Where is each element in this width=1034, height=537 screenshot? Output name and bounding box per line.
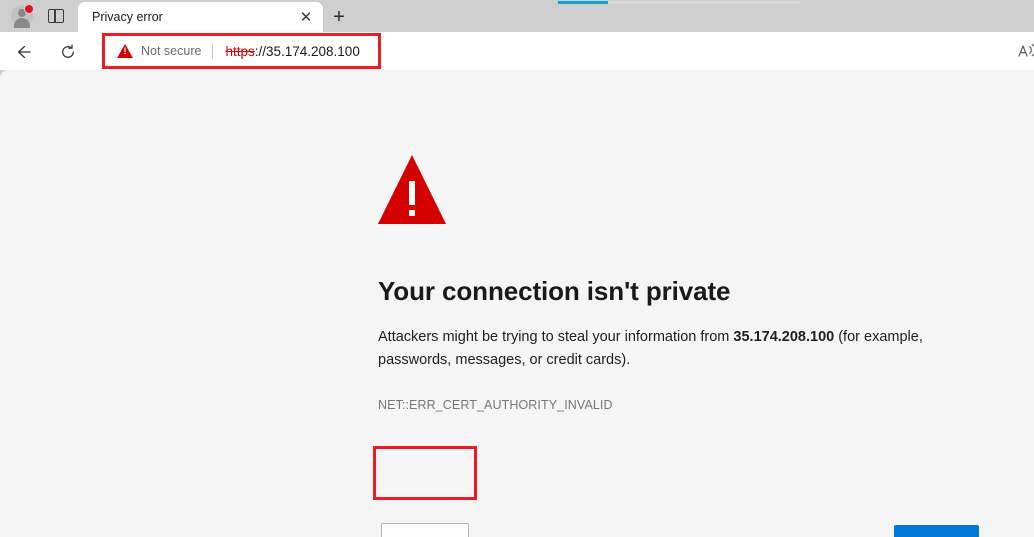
url-host: ://35.174.208.100 <box>254 43 360 59</box>
profile-avatar-icon <box>11 4 34 28</box>
site-security-indicator[interactable]: Not secure <box>117 44 201 58</box>
back-button[interactable] <box>10 38 38 66</box>
address-bar: Not secure https://35.174.208.100 <box>0 32 1034 70</box>
url-text: https://35.174.208.100 <box>225 44 359 59</box>
error-code: NET::ERR_CERT_AUTHORITY_INVALID <box>378 397 613 412</box>
url-input[interactable]: Not secure https://35.174.208.100 <box>105 36 1005 66</box>
tab-title: Privacy error <box>92 10 163 24</box>
notification-dot-icon <box>24 4 34 14</box>
read-aloud-button[interactable] <box>1012 38 1034 64</box>
warning-triangle-icon <box>378 155 446 224</box>
description-hostname: 35.174.208.100 <box>733 329 835 345</box>
browser-tab[interactable]: Privacy error ✕ <box>78 2 323 32</box>
page-content: Your connection isn't private Attackers … <box>0 70 1034 537</box>
page-load-progress-track <box>558 1 800 4</box>
page-load-progress-fill <box>558 1 608 4</box>
split-screen-icon <box>48 9 64 23</box>
profile-button[interactable] <box>9 3 35 29</box>
back-arrow-icon <box>17 45 31 59</box>
description-part-1: Attackers might be trying to steal your … <box>378 329 734 345</box>
exclamation-dot-shape <box>409 210 415 216</box>
omnibox-divider <box>212 43 214 59</box>
close-icon[interactable]: ✕ <box>294 5 318 29</box>
advanced-button[interactable]: Advanced <box>381 523 469 537</box>
browser-window: Privacy error ✕ + Not secure https://3 <box>0 0 1034 537</box>
tab-strip: Privacy error ✕ + <box>0 0 1034 32</box>
reload-icon <box>62 44 74 58</box>
new-tab-button[interactable]: + <box>326 4 352 30</box>
reload-button[interactable] <box>54 38 82 66</box>
privacy-error-interstitial: Your connection isn't private Attackers … <box>378 155 998 412</box>
page-title: Your connection isn't private <box>378 276 731 306</box>
go-back-button[interactable]: Go back <box>894 525 979 537</box>
avatar-body-shape <box>14 18 30 28</box>
not-secure-label: Not secure <box>141 44 202 58</box>
split-screen-button[interactable] <box>43 3 69 29</box>
read-aloud-icon <box>1018 43 1034 57</box>
page-description: Attackers might be trying to steal your … <box>378 326 923 373</box>
warning-triangle-icon <box>117 44 133 58</box>
url-scheme-struck: https <box>225 43 255 59</box>
exclamation-bar-shape <box>409 181 415 205</box>
